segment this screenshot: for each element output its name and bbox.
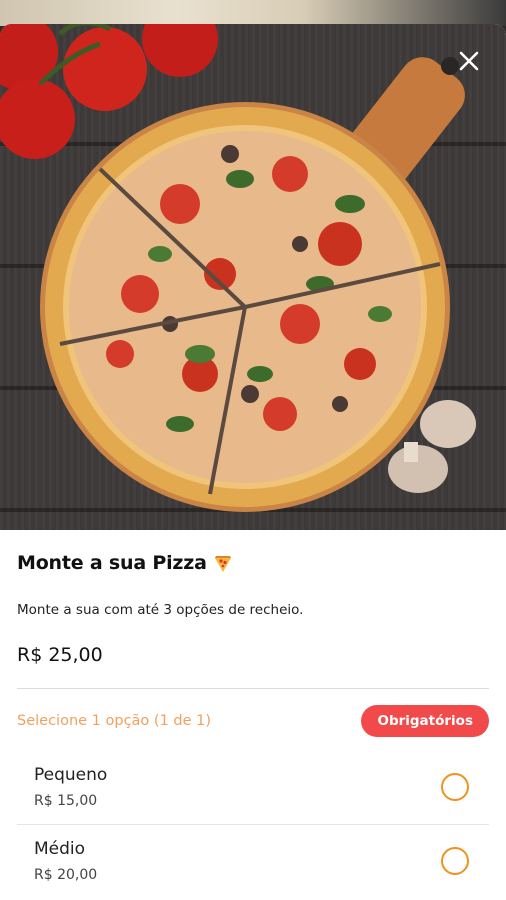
options-list: Pequeno R$ 15,00 Médio R$ 20,00: [17, 751, 489, 897]
product-title: Monte a sua Pizza: [17, 552, 207, 574]
pizza-photo: [0, 24, 476, 512]
required-badge: Obrigatórios: [361, 705, 489, 737]
option-name: Médio: [34, 839, 86, 859]
product-description: Monte a sua com até 3 opções de recheio.: [17, 602, 304, 618]
product-modal: Monte a sua Pizza Monte a sua com até 3 …: [0, 24, 506, 900]
close-icon: [459, 51, 479, 71]
option-pequeno[interactable]: Pequeno R$ 15,00: [17, 751, 489, 824]
option-radio[interactable]: [441, 847, 469, 875]
option-price: R$ 15,00: [34, 793, 98, 809]
title-row: Monte a sua Pizza: [17, 552, 489, 574]
option-price: R$ 20,00: [34, 867, 98, 883]
product-image: [0, 24, 506, 530]
selection-label: Selecione 1 opção (1 de 1): [17, 713, 212, 729]
close-button[interactable]: [450, 42, 488, 80]
product-details: Monte a sua Pizza Monte a sua com até 3 …: [0, 552, 506, 897]
selection-header: Selecione 1 opção (1 de 1) Obrigatórios: [17, 705, 489, 737]
option-medio[interactable]: Médio R$ 20,00: [17, 824, 489, 897]
option-radio[interactable]: [441, 773, 469, 801]
divider: [17, 688, 489, 689]
pizza-slice-icon: [214, 556, 231, 572]
product-price: R$ 25,00: [17, 644, 103, 666]
background-page: [0, 0, 506, 26]
option-name: Pequeno: [34, 765, 108, 785]
